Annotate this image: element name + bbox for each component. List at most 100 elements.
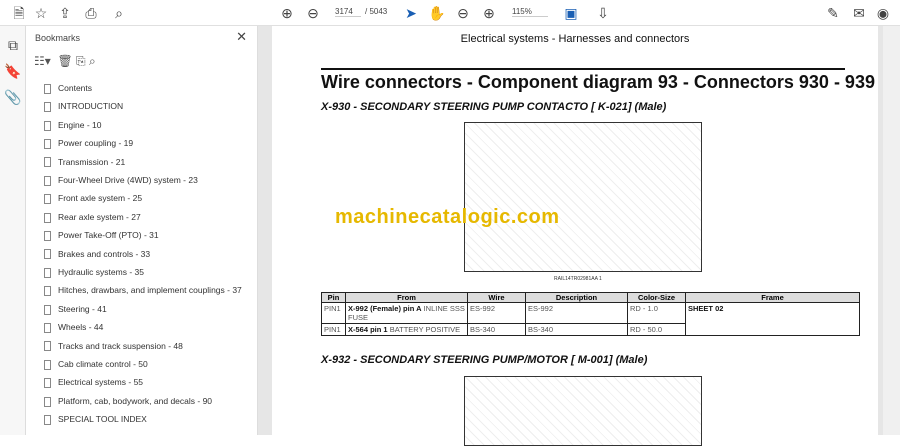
- bookmark-label: Contents: [58, 83, 93, 93]
- delete-icon[interactable]: 🗑: [57, 54, 72, 68]
- panel-title: Bookmarks: [35, 33, 81, 43]
- pages-icon[interactable]: ⧉: [4, 36, 22, 54]
- find-bookmark-icon[interactable]: ⌕: [89, 54, 96, 68]
- select-cursor-icon[interactable]: ➤: [402, 4, 420, 22]
- bookmark-label: Brakes and controls - 33: [58, 248, 151, 259]
- bookmark-icon: [44, 341, 51, 352]
- scrollbar[interactable]: [883, 26, 900, 435]
- component-image: [464, 376, 702, 446]
- email-icon[interactable]: ✉: [850, 4, 868, 22]
- section-heading: X-932 - SECONDARY STEERING PUMP/MOTOR [ …: [321, 354, 648, 366]
- scroll-mode-icon[interactable]: ⇩: [594, 4, 612, 22]
- bookmark-label: Transmission - 21: [58, 156, 126, 167]
- bookmark-label: Platform, cab, bodywork, and decals - 90: [58, 395, 213, 406]
- options-icon[interactable]: ☷▾: [34, 54, 51, 68]
- bookmark-icon: [44, 102, 51, 113]
- bookmark-item[interactable]: Power coupling - 19: [44, 136, 133, 150]
- attachments-icon[interactable]: 📎: [4, 88, 22, 106]
- zoom-out-icon[interactable]: ⊖: [454, 4, 472, 22]
- bookmarks-panel: Bookmarks ✕ ☷▾ 🗑 ⎘ ⌕ Contents INTRODUCTIO…: [26, 26, 258, 435]
- bookmark-item[interactable]: Engine - 10: [44, 118, 101, 132]
- bookmark-item[interactable]: Brakes and controls - 33: [44, 247, 150, 261]
- bookmark-label: Power coupling - 19: [58, 138, 134, 149]
- from-cell: X-564 pin 1 BATTERY POSITIVE: [345, 323, 468, 336]
- section-heading: X-930 - SECONDARY STEERING PUMP CONTACTO…: [321, 101, 667, 113]
- next-page-icon[interactable]: ⊖: [304, 4, 322, 22]
- component-image: [464, 122, 702, 272]
- add-bookmark-icon[interactable]: ⎘: [76, 54, 86, 68]
- bookmark-item[interactable]: Steering - 41: [44, 302, 107, 316]
- prev-page-icon[interactable]: ⊕: [278, 4, 296, 22]
- bookmark-item[interactable]: Rear axle system - 27: [44, 210, 141, 224]
- bookmark-label: INTRODUCTION: [58, 101, 124, 112]
- bookmark-icon: [44, 212, 51, 223]
- bookmark-icon: [44, 378, 51, 389]
- bookmark-label: Hitches, drawbars, and implement couplin…: [58, 285, 242, 296]
- page-total: / 5043: [365, 7, 388, 16]
- page-header: Electrical systems - Harnesses and conne…: [460, 33, 690, 45]
- desc-cell: ES-992: [525, 302, 628, 324]
- bookmark-item[interactable]: Platform, cab, bodywork, and decals - 90: [44, 394, 212, 408]
- bookmark-star-icon[interactable]: ☆: [32, 4, 50, 22]
- bookmark-item[interactable]: Tracks and track suspension - 48: [44, 339, 183, 353]
- bookmark-item[interactable]: Power Take-Off (PTO) - 31: [44, 228, 159, 242]
- from-desc: BATTERY POSITIVE: [387, 325, 461, 334]
- bookmark-item[interactable]: Transmission - 21: [44, 155, 125, 169]
- bookmark-label: Rear axle system - 27: [58, 211, 141, 222]
- bookmark-icon: [44, 120, 51, 131]
- frame-value: SHEET 02: [688, 304, 724, 313]
- bookmark-item[interactable]: Four-Wheel Drive (4WD) system - 23: [44, 173, 198, 187]
- from-cell: X-992 (Female) pin A INLINE SSS FUSE: [345, 302, 468, 324]
- bookmark-label: Tracks and track suspension - 48: [58, 340, 183, 351]
- pdf-page: Electrical systems - Harnesses and conne…: [272, 26, 878, 446]
- pin-cell: PIN1: [321, 302, 346, 324]
- bookmark-icon: [44, 267, 51, 278]
- from-connector: X-564 pin 1: [348, 325, 388, 334]
- close-icon[interactable]: ✕: [236, 29, 247, 45]
- bookmark-icon: [44, 230, 51, 241]
- page-input[interactable]: 3174: [335, 7, 361, 17]
- pin-cell: PIN1: [321, 323, 346, 336]
- bookmark-item[interactable]: Wheels - 44: [44, 320, 103, 334]
- bookmark-icon: [44, 83, 51, 94]
- hand-tool-icon[interactable]: ✋: [428, 4, 446, 22]
- bookmark-icon: [44, 138, 51, 149]
- bookmark-item[interactable]: Hitches, drawbars, and implement couplin…: [44, 283, 242, 297]
- zoom-select[interactable]: 115%: [512, 7, 548, 17]
- bookmarks-icon[interactable]: 🔖: [4, 62, 22, 80]
- col-header: Color-Size: [627, 292, 686, 303]
- bookmark-label: Power Take-Off (PTO) - 31: [58, 230, 159, 241]
- zoom-in-icon[interactable]: ⊕: [480, 4, 498, 22]
- bookmark-item[interactable]: Electrical systems - 55: [44, 375, 143, 389]
- col-header: Pin: [321, 292, 346, 303]
- bookmark-item[interactable]: Cab climate control - 50: [44, 357, 148, 371]
- bookmark-tools: ☷▾ 🗑 ⎘ ⌕: [34, 54, 96, 69]
- bookmark-item[interactable]: Hydraulic systems - 35: [44, 265, 144, 279]
- color-cell: RD - 50.0: [627, 323, 686, 336]
- bookmark-icon: [44, 396, 51, 407]
- bookmark-icon: [44, 286, 51, 297]
- bookmark-label: Electrical systems - 55: [58, 377, 144, 388]
- wire-cell: BS-340: [467, 323, 526, 336]
- upload-icon[interactable]: ⇪: [56, 4, 74, 22]
- bookmark-label: Front axle system - 25: [58, 193, 143, 204]
- bookmark-item[interactable]: Front axle system - 25: [44, 191, 142, 205]
- desc-cell: BS-340: [525, 323, 628, 336]
- sign-icon[interactable]: ✎: [824, 4, 842, 22]
- col-header: Description: [525, 292, 628, 303]
- account-icon[interactable]: ◉: [874, 4, 892, 22]
- print-icon[interactable]: ⎙: [82, 4, 100, 22]
- bookmark-item[interactable]: Contents: [44, 81, 92, 95]
- color-cell: RD - 1.0: [627, 302, 686, 324]
- save-icon[interactable]: 🗎: [10, 4, 28, 22]
- bookmark-item[interactable]: SPECIAL TOOL INDEX: [44, 412, 147, 426]
- col-header: Wire: [467, 292, 526, 303]
- bookmark-icon: [44, 304, 51, 315]
- divider: [321, 68, 845, 70]
- bookmark-item[interactable]: INTRODUCTION: [44, 99, 123, 113]
- fit-page-icon[interactable]: ▣: [562, 4, 580, 22]
- search-icon[interactable]: ⌕: [110, 4, 128, 22]
- frame-cell: SHEET 02: [685, 302, 860, 336]
- bookmark-label: Hydraulic systems - 35: [58, 267, 144, 277]
- connector-table: Pin From Wire Description Color-Size Fra…: [321, 292, 860, 336]
